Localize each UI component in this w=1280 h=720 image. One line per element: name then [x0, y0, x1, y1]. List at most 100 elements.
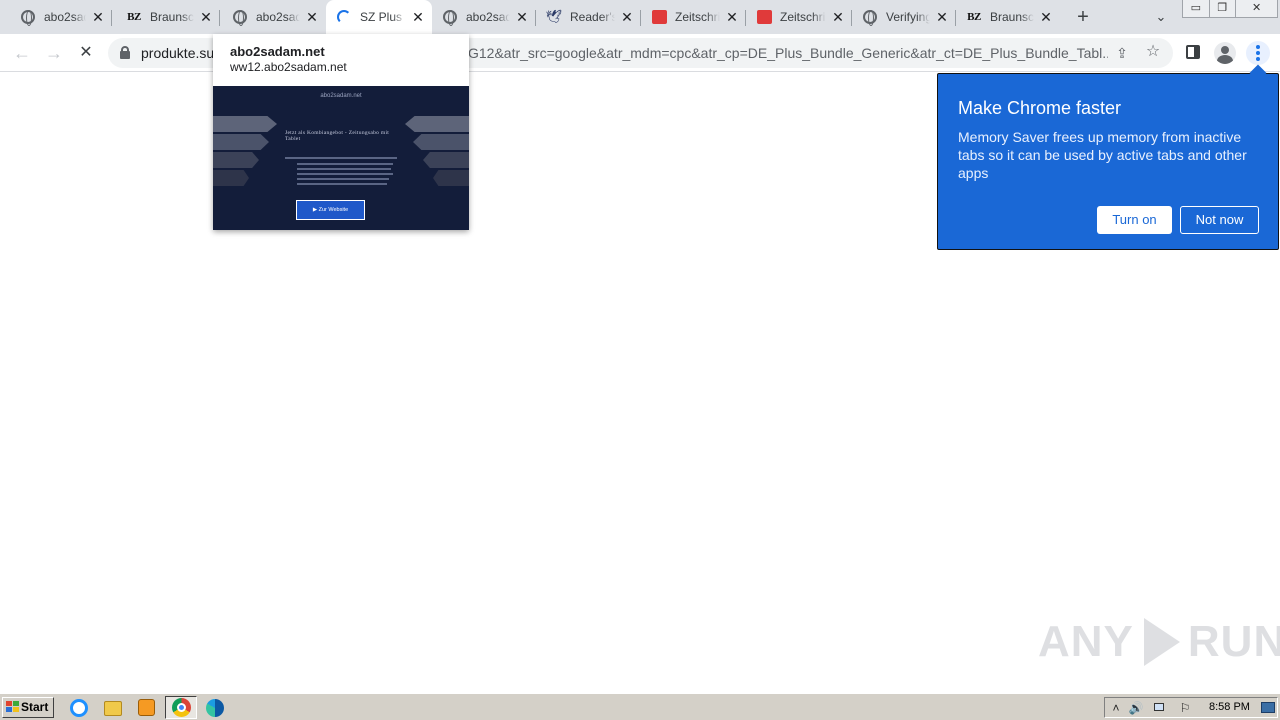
- tab-title: abo2sadam.net: [44, 10, 86, 24]
- preview-chevron: [213, 152, 259, 168]
- tab[interactable]: abo2sadam.net ✕: [220, 0, 326, 34]
- red-square-icon: [756, 9, 772, 25]
- close-icon[interactable]: ✕: [514, 9, 530, 25]
- action-center-flag-icon[interactable]: ⚐: [1177, 700, 1193, 716]
- url-host: produkte.su: [141, 45, 215, 61]
- close-icon[interactable]: ✕: [619, 9, 635, 25]
- preview-site-name: abo2sadam.net: [320, 93, 362, 99]
- tab-title: Reader's Digest: [570, 10, 615, 24]
- back-button[interactable]: ←: [10, 41, 34, 65]
- tab[interactable]: BZ Braunschweiger Zeitung ✕: [112, 0, 220, 34]
- not-now-button[interactable]: Not now: [1180, 206, 1259, 234]
- play-icon: [1138, 614, 1184, 670]
- preview-chevron: [213, 134, 269, 150]
- tab[interactable]: 🕊 Reader's Digest ✕: [536, 0, 641, 34]
- preview-heading: Jetzt als Kombiangebot - Zeitungsabo mit…: [285, 130, 390, 142]
- tab[interactable]: Verifying ✕: [852, 0, 956, 34]
- tab[interactable]: abo2sadam.net ✕: [0, 0, 112, 34]
- tab-title: Zeitschriften: [675, 10, 720, 24]
- turn-on-button[interactable]: Turn on: [1097, 206, 1172, 234]
- tab-hover-card: abo2sadam.net ww12.abo2sadam.net abo2sad…: [213, 34, 469, 230]
- tab-title: Verifying: [886, 10, 930, 24]
- start-button[interactable]: Start: [2, 697, 54, 718]
- memory-saver-promo: Make Chrome faster Memory Saver frees up…: [937, 73, 1279, 250]
- close-icon[interactable]: ✕: [934, 9, 950, 25]
- media-player-icon[interactable]: [138, 699, 155, 716]
- browser-toolbar: ← → ✕ produkte.su G12&atr_src=google&atr…: [0, 34, 1280, 72]
- close-icon[interactable]: ✕: [1038, 9, 1054, 25]
- window-close-button[interactable]: ✕: [1236, 0, 1277, 17]
- preview-text-line: [297, 183, 387, 185]
- close-icon[interactable]: ✕: [410, 9, 426, 25]
- tab-preview-thumbnail: abo2sadam.net Jetzt als Kombiangebot - Z…: [213, 86, 469, 230]
- show-desktop-icon[interactable]: [1261, 702, 1275, 713]
- file-explorer-icon[interactable]: [104, 701, 122, 716]
- tab-title: Braunschweiger Zeitung: [990, 10, 1034, 24]
- close-icon[interactable]: ✕: [304, 9, 320, 25]
- forward-button[interactable]: →: [42, 41, 66, 65]
- clock[interactable]: 8:58 PM: [1209, 701, 1250, 713]
- loading-spinner-icon: [336, 9, 352, 25]
- close-icon[interactable]: ✕: [724, 9, 740, 25]
- close-icon[interactable]: ✕: [198, 9, 214, 25]
- tab[interactable]: Zeitschriften ✕: [746, 0, 852, 34]
- chrome-menu-icon[interactable]: [1246, 41, 1270, 65]
- windows-logo-icon: [6, 701, 19, 713]
- tab-title: abo2sadam.net: [256, 10, 300, 24]
- close-icon[interactable]: ✕: [90, 9, 106, 25]
- globe-icon: [20, 9, 36, 26]
- chrome-icon: [172, 698, 191, 717]
- globe-icon: [442, 9, 458, 26]
- red-square-icon: [651, 9, 667, 25]
- tray-expand-icon[interactable]: ˄: [1108, 700, 1124, 716]
- promo-body: Memory Saver frees up memory from inacti…: [958, 129, 1247, 181]
- system-tray: ˄ 🔊 ⚐ 8:58 PM: [1104, 697, 1278, 718]
- preview-chevron: [213, 116, 277, 132]
- watermark-right-text: RUN: [1187, 617, 1280, 666]
- hover-card-title: abo2sadam.net: [230, 44, 325, 59]
- window-controls: ▭ ❐ ✕: [1182, 0, 1278, 18]
- start-label: Start: [21, 700, 49, 714]
- bird-icon: 🕊: [545, 9, 563, 24]
- promo-title: Make Chrome faster: [958, 98, 1122, 118]
- preview-website-button: ▶ Zur Website: [296, 200, 365, 220]
- tab-title: SZ Plus im Abo: [360, 10, 406, 24]
- close-icon[interactable]: ✕: [830, 9, 846, 25]
- edge-icon[interactable]: [206, 699, 224, 717]
- preview-text-line: [297, 178, 389, 180]
- bz-icon: BZ: [127, 11, 141, 23]
- tab-search-button[interactable]: ⌄: [1150, 6, 1172, 28]
- preview-chevron: [423, 152, 469, 168]
- bookmark-star-icon[interactable]: ☆: [1144, 43, 1162, 61]
- share-icon[interactable]: ⇪: [1113, 44, 1131, 62]
- preview-chevron: [433, 170, 469, 186]
- preview-chevron: [213, 170, 249, 186]
- restore-button[interactable]: ❐: [1210, 0, 1237, 17]
- lock-icon[interactable]: [120, 46, 130, 59]
- tab[interactable]: Zeitschriften ✕: [641, 0, 746, 34]
- tab-title: Zeitschriften: [780, 10, 826, 24]
- tab[interactable]: abo2sadam.net ✕: [432, 0, 536, 34]
- minimize-button[interactable]: ▭: [1183, 0, 1210, 17]
- chrome-taskbar-button[interactable]: [165, 696, 197, 719]
- url-path: G12&atr_src=google&atr_mdm=cpc&atr_cp=DE…: [468, 45, 1108, 61]
- tab-title: abo2sadam.net: [466, 10, 510, 24]
- network-icon[interactable]: [1152, 700, 1168, 716]
- preview-chevron: [413, 134, 469, 150]
- profile-avatar-icon[interactable]: [1214, 42, 1236, 64]
- taskbar: Start ˄ 🔊 ⚐ 8:58 PM: [0, 693, 1280, 720]
- globe-icon: [232, 9, 248, 26]
- preview-text-line: [297, 173, 393, 175]
- globe-icon: [862, 9, 878, 26]
- tab[interactable]: BZ Braunschweiger Zeitung ✕: [956, 0, 1060, 34]
- new-tab-button[interactable]: +: [1072, 6, 1094, 28]
- tab-active[interactable]: SZ Plus im Abo ✕: [326, 0, 432, 34]
- preview-text-line: [285, 157, 397, 159]
- stop-loading-button[interactable]: ✕: [74, 41, 98, 65]
- volume-icon[interactable]: 🔊: [1128, 700, 1144, 716]
- side-panel-icon[interactable]: [1186, 45, 1200, 59]
- preview-text-line: [297, 168, 391, 170]
- hover-card-domain: ww12.abo2sadam.net: [230, 60, 347, 74]
- tab-strip: abo2sadam.net ✕ BZ Braunschweiger Zeitun…: [0, 0, 1280, 34]
- internet-explorer-icon[interactable]: [70, 699, 88, 717]
